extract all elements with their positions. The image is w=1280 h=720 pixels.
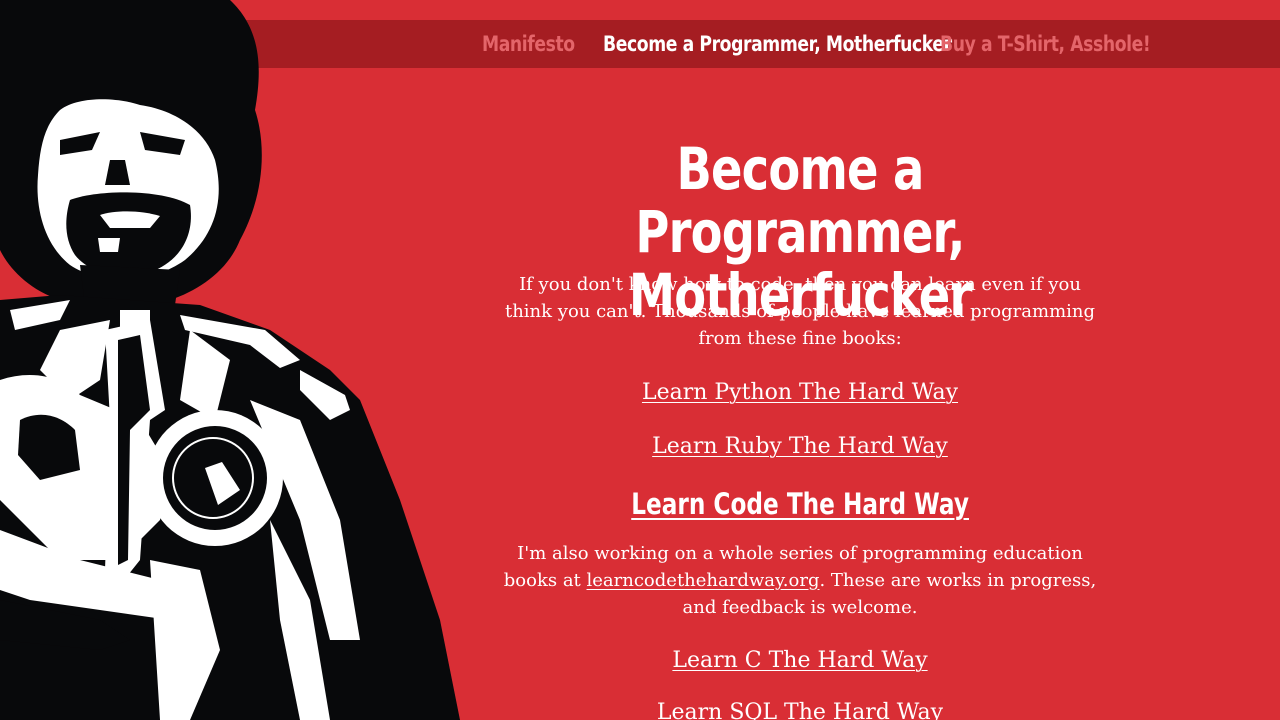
book-item-code: Learn Code The Hard Way: [500, 484, 1100, 524]
learn-ruby-link[interactable]: Learn Ruby The Hard Way: [652, 434, 948, 459]
stencil-gunman-illustration: [0, 0, 460, 720]
book-item-ruby: Learn Ruby The Hard Way: [500, 432, 1100, 462]
page-title-line-1: Become a Programmer,: [635, 135, 965, 266]
learn-sql-link[interactable]: Learn SQL The Hard Way: [657, 700, 943, 720]
book-item-c: Learn C The Hard Way: [500, 646, 1100, 676]
nav-link-manifesto[interactable]: Manifesto: [482, 20, 575, 68]
nav-link-become-a-programmer[interactable]: Become a Programmer, Motherfucker: [603, 20, 952, 68]
book-item-python: Learn Python The Hard Way: [500, 378, 1100, 408]
series-paragraph: I'm also working on a whole series of pr…: [500, 540, 1100, 621]
nav-link-buy-a-tshirt[interactable]: Buy a T-Shirt, Asshole!: [940, 20, 1151, 68]
intro-paragraph: If you don't know how to code, then you …: [504, 274, 1096, 349]
learn-python-link[interactable]: Learn Python The Hard Way: [642, 380, 958, 405]
learn-code-link[interactable]: Learn Code The Hard Way: [631, 484, 969, 524]
book-item-sql: Learn SQL The Hard Way: [500, 698, 1100, 720]
learncodethehardway-link[interactable]: learncodethehardway.org: [587, 570, 820, 591]
learn-c-link[interactable]: Learn C The Hard Way: [672, 648, 927, 673]
